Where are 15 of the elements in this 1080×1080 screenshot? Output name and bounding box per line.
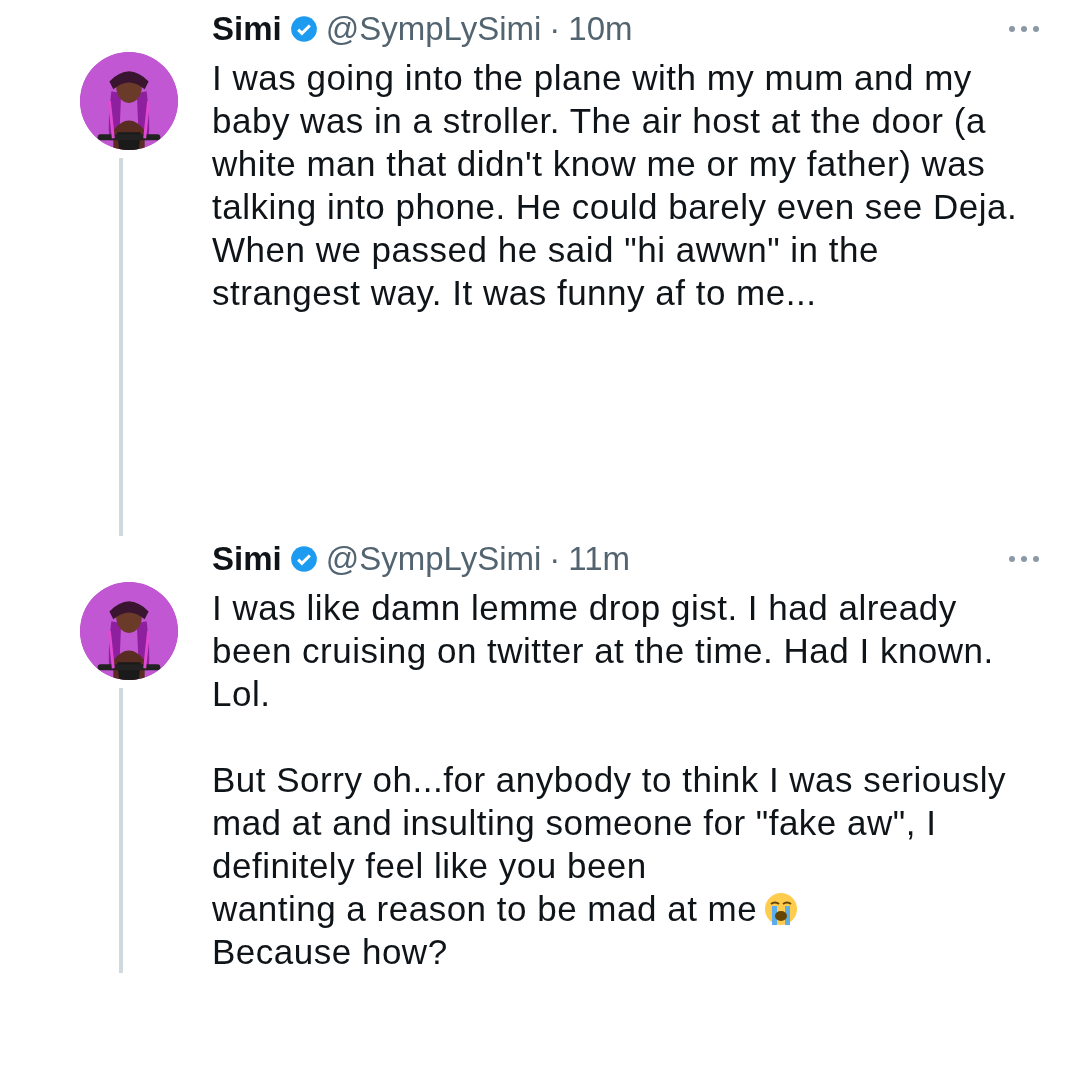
crying-face-icon <box>763 891 800 927</box>
tweet-text: Because how? <box>212 931 449 973</box>
tweet-text: wanting a reason to be mad at me <box>212 889 758 928</box>
more-options-icon[interactable] <box>1008 555 1040 563</box>
separator-dot: · <box>549 10 561 48</box>
tweet-text: I was going into the plane with my mum and my baby was in a stroller. The air host at the door (a white man that didn't know me or my father) was talking into phone. He could barely even see Deja. When we passed he said "hi awwn" in the strangest way. It was funny af to me... <box>212 57 1019 314</box>
display-name[interactable]: Simi <box>212 10 282 48</box>
separator-dot: · <box>549 540 561 578</box>
timestamp[interactable]: 11m <box>568 540 631 578</box>
user-handle[interactable]: @SympLySimi <box>325 540 542 578</box>
display-name[interactable]: Simi <box>212 540 282 578</box>
user-handle[interactable]: @SympLySimi <box>325 10 542 48</box>
tweet-text: I was like damn lemme drop gist. I had already been cruising on twitter at the time. Had I known. Lol. <box>212 587 995 715</box>
more-options-icon[interactable] <box>1008 25 1040 33</box>
timestamp[interactable]: 10m <box>568 10 633 48</box>
